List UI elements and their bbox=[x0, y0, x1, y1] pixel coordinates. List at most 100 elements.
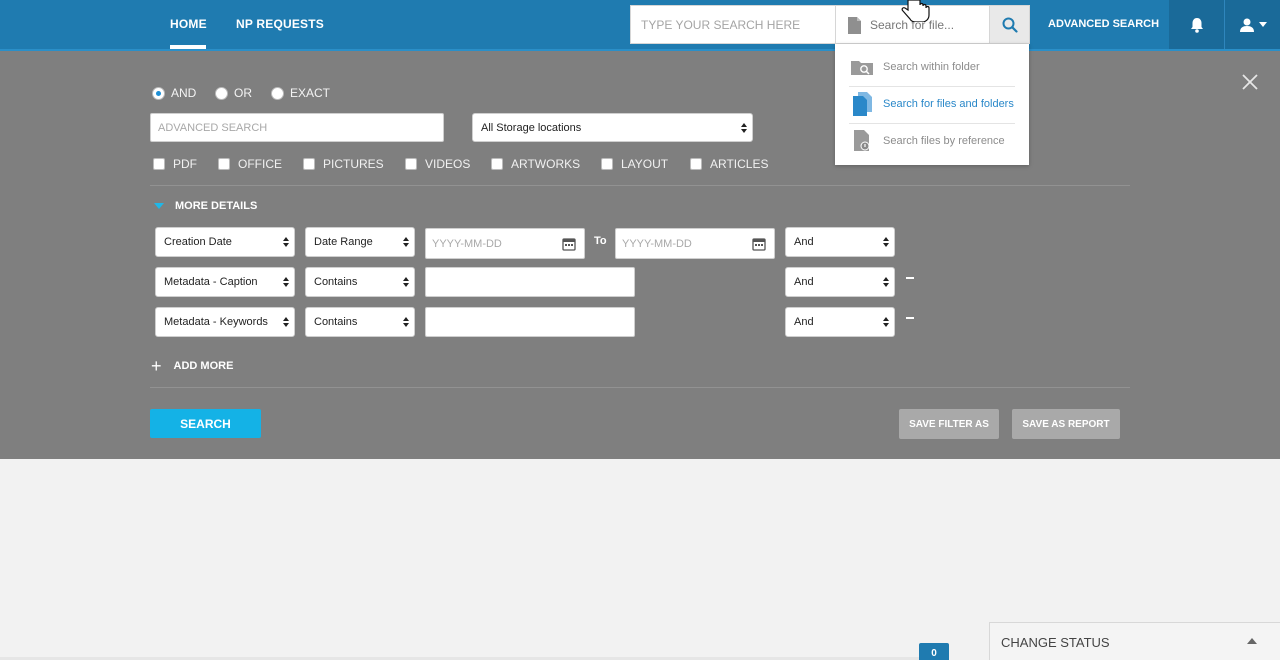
add-more-button[interactable]: + ADD MORE bbox=[151, 356, 234, 376]
divider bbox=[150, 387, 1130, 388]
checkbox[interactable] bbox=[491, 158, 503, 170]
field-select-row-2[interactable]: Metadata - Caption bbox=[155, 267, 295, 297]
advanced-search-field[interactable] bbox=[150, 113, 444, 142]
checkbox[interactable] bbox=[153, 158, 165, 170]
menu-item-label: Search files by reference bbox=[883, 134, 1005, 147]
change-status-bar[interactable]: CHANGE STATUS bbox=[989, 622, 1280, 660]
date-to-field[interactable] bbox=[615, 228, 775, 259]
save-filter-button[interactable]: SAVE FILTER AS bbox=[899, 409, 999, 439]
select-value: Metadata - Caption bbox=[164, 276, 258, 288]
plus-icon: + bbox=[151, 356, 162, 376]
value-field-row-3[interactable] bbox=[425, 307, 635, 337]
checkbox-pdf[interactable]: PDF bbox=[153, 157, 197, 171]
radio-or[interactable]: OR bbox=[215, 86, 252, 100]
nav-home[interactable]: HOME bbox=[170, 17, 207, 31]
menu-item-search-within-folder[interactable]: Search within folder bbox=[849, 48, 1015, 85]
select-arrows-icon bbox=[883, 237, 889, 247]
calendar-icon[interactable] bbox=[752, 237, 766, 251]
value-input-row-2[interactable] bbox=[426, 268, 634, 296]
date-from-field[interactable] bbox=[425, 228, 585, 259]
radio-button[interactable] bbox=[152, 86, 165, 100]
count-badge[interactable]: 0 bbox=[919, 643, 949, 660]
advanced-search-input[interactable] bbox=[151, 114, 443, 141]
operator-select-row-3[interactable]: Contains bbox=[305, 307, 415, 337]
checkbox[interactable] bbox=[303, 158, 315, 170]
storage-location-select[interactable]: All Storage locations bbox=[472, 113, 753, 142]
hand-cursor-icon bbox=[901, 0, 930, 22]
value-input-row-3[interactable] bbox=[426, 308, 634, 336]
more-details-toggle[interactable]: MORE DETAILS bbox=[154, 200, 257, 212]
radio-button[interactable] bbox=[271, 86, 284, 100]
caret-down-icon bbox=[154, 203, 164, 209]
value-field-row-2[interactable] bbox=[425, 267, 635, 297]
search-icon bbox=[1002, 17, 1018, 33]
checkbox-videos[interactable]: VIDEOS bbox=[405, 157, 470, 171]
select-value: Contains bbox=[314, 316, 358, 328]
select-value: All Storage locations bbox=[481, 121, 582, 134]
file-search-dropdown: Search within folder Search for files an… bbox=[835, 44, 1029, 165]
checkbox[interactable] bbox=[218, 158, 230, 170]
user-menu-button[interactable] bbox=[1225, 0, 1280, 49]
checkbox-artworks[interactable]: ARTWORKS bbox=[491, 157, 580, 171]
select-value: Contains bbox=[314, 276, 358, 288]
select-value: And bbox=[794, 316, 814, 328]
operator-select-row-2[interactable]: Contains bbox=[305, 267, 415, 297]
select-value: Metadata - Keywords bbox=[164, 316, 268, 328]
remove-row-3-button[interactable] bbox=[906, 317, 914, 319]
checkbox-label: VIDEOS bbox=[425, 157, 471, 171]
checkbox-articles[interactable]: ARTICLES bbox=[690, 157, 768, 171]
radio-button[interactable] bbox=[215, 86, 228, 100]
more-details-label: MORE DETAILS bbox=[175, 200, 258, 212]
notifications-button[interactable] bbox=[1169, 0, 1225, 49]
select-arrows-icon bbox=[883, 317, 889, 327]
bell-icon bbox=[1191, 17, 1203, 33]
radio-label: AND bbox=[171, 86, 197, 100]
select-arrows-icon bbox=[741, 122, 747, 133]
nav-np-requests[interactable]: NP REQUESTS bbox=[236, 17, 324, 31]
checkbox-layout[interactable]: LAYOUT bbox=[601, 157, 668, 171]
global-search-field[interactable] bbox=[630, 5, 835, 44]
save-report-button[interactable]: SAVE AS REPORT bbox=[1012, 409, 1120, 439]
remove-row-2-button[interactable] bbox=[906, 277, 914, 279]
menu-item-search-by-reference[interactable]: Search files by reference bbox=[849, 122, 1015, 159]
advanced-search-link[interactable]: ADVANCED SEARCH bbox=[1048, 18, 1159, 30]
calendar-icon[interactable] bbox=[562, 237, 576, 251]
date-to-input[interactable] bbox=[616, 229, 736, 258]
menu-item-label: Search within folder bbox=[883, 60, 980, 73]
search-button[interactable] bbox=[990, 5, 1030, 44]
chevron-down-icon bbox=[1258, 21, 1267, 27]
radio-exact[interactable]: EXACT bbox=[271, 86, 330, 100]
select-arrows-icon bbox=[283, 237, 289, 247]
select-arrows-icon bbox=[403, 277, 409, 287]
checkbox[interactable] bbox=[690, 158, 702, 170]
add-more-label: ADD MORE bbox=[173, 360, 234, 372]
field-select-row-3[interactable]: Metadata - Keywords bbox=[155, 307, 295, 337]
checkbox-label: ARTWORKS bbox=[511, 157, 581, 171]
menu-item-search-files-and-folders[interactable]: Search for files and folders bbox=[849, 85, 1015, 122]
select-value: And bbox=[794, 276, 814, 288]
checkbox-office[interactable]: OFFICE bbox=[218, 157, 282, 171]
select-arrows-icon bbox=[883, 277, 889, 287]
date-from-input[interactable] bbox=[426, 229, 546, 258]
operator-select-row-1[interactable]: Date Range bbox=[305, 227, 415, 257]
select-arrows-icon bbox=[403, 317, 409, 327]
checkbox[interactable] bbox=[405, 158, 417, 170]
checkbox-label: OFFICE bbox=[238, 157, 282, 171]
connector-select-row-1[interactable]: And bbox=[785, 227, 895, 257]
search-submit-button[interactable]: SEARCH bbox=[150, 409, 261, 438]
caret-up-icon bbox=[1247, 638, 1257, 644]
close-icon[interactable] bbox=[1240, 72, 1260, 92]
radio-and[interactable]: AND bbox=[152, 86, 196, 100]
files-icon bbox=[853, 91, 872, 116]
global-search-input[interactable] bbox=[631, 6, 835, 43]
date-range-to-label: To bbox=[594, 235, 607, 247]
connector-select-row-2[interactable]: And bbox=[785, 267, 895, 297]
user-icon bbox=[1239, 18, 1254, 32]
checkbox-pictures[interactable]: PICTURES bbox=[303, 157, 384, 171]
field-select-row-1[interactable]: Creation Date bbox=[155, 227, 295, 257]
select-arrows-icon bbox=[283, 317, 289, 327]
connector-select-row-3[interactable]: And bbox=[785, 307, 895, 337]
checkbox-label: ARTICLES bbox=[710, 157, 769, 171]
folder-search-icon bbox=[851, 60, 873, 75]
checkbox[interactable] bbox=[601, 158, 613, 170]
